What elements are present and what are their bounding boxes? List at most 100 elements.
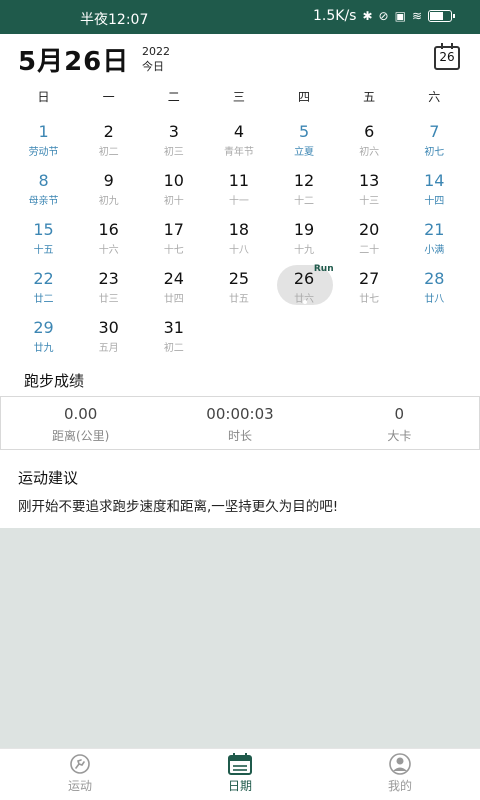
- distance-label: 距离(公里): [51, 429, 110, 443]
- tab-sport-label: 运动: [67, 779, 92, 793]
- bluetooth-icon: ✱: [362, 9, 373, 23]
- day-number: 28: [424, 269, 445, 288]
- bottom-tab-bar: 运动 日期 我的: [0, 748, 480, 800]
- network-speed: 1.5K/s: [313, 8, 357, 24]
- day-cell[interactable]: 7 初七: [402, 118, 467, 167]
- lunar-label: 五月: [98, 343, 119, 354]
- tab-sport[interactable]: 运动: [0, 749, 160, 800]
- weekday-label: 日: [37, 90, 50, 104]
- day-cell[interactable]: 2 初二: [76, 118, 141, 167]
- day-cell[interactable]: 18 十八: [206, 216, 271, 265]
- day-number: 17: [163, 220, 184, 239]
- lunar-label: 廿九: [33, 343, 54, 354]
- weekday-label: 二: [167, 90, 180, 104]
- day-number: 7: [429, 122, 440, 141]
- lunar-label: 十八: [228, 245, 249, 256]
- lunar-label: 青年节: [223, 147, 254, 158]
- day-cell[interactable]: 31 初二: [141, 314, 206, 363]
- day-cell[interactable]: 28 廿八: [402, 265, 467, 314]
- day-cell[interactable]: 10 初十: [141, 167, 206, 216]
- tab-profile-label: 我的: [387, 779, 412, 793]
- advice-title: 运动建议: [18, 469, 79, 487]
- calendar-icon[interactable]: 26: [434, 43, 460, 70]
- day-cell[interactable]: 17 十七: [141, 216, 206, 265]
- day-cell[interactable]: 30 五月: [76, 314, 141, 363]
- day-number: 27: [359, 269, 380, 288]
- lunar-label: 立夏: [294, 147, 315, 158]
- weekday-label: 六: [428, 90, 441, 104]
- lunar-label: 廿八: [424, 294, 445, 305]
- lunar-label: 初九: [98, 196, 119, 207]
- lunar-label: 十一: [228, 196, 249, 207]
- day-cell[interactable]: 16 十六: [76, 216, 141, 265]
- day-number: 24: [163, 269, 184, 288]
- day-cell[interactable]: 15 十五: [11, 216, 76, 265]
- advice-panel: 运动建议 刚开始不要追求跑步速度和距离,一坚持更久为目的吧!: [0, 458, 480, 528]
- month-grid: 1 劳动节 2 初二 3 初三 4 青年节 5 立夏 6 初六 7 初七 8 母亲节 9 初九 10 初十 11 十一 12…: [11, 118, 467, 363]
- day-cell[interactable]: 12 十二: [272, 167, 337, 216]
- calories-label: 大卡: [387, 429, 412, 443]
- day-cell[interactable]: 21 小满: [402, 216, 467, 265]
- status-icons: 1.5K/s ✱ ⊘ ▣ ≋: [313, 8, 455, 24]
- day-cell[interactable]: 13 十三: [337, 167, 402, 216]
- day-cell[interactable]: 29 廿九: [11, 314, 76, 363]
- day-cell[interactable]: 23 廿三: [76, 265, 141, 314]
- results-title: 跑步成绩: [24, 372, 85, 390]
- day-cell[interactable]: 4 青年节: [206, 118, 271, 167]
- sim-icon: ▣: [394, 9, 406, 23]
- weekday-label: 五: [363, 90, 376, 104]
- day-cell[interactable]: 11 十一: [206, 167, 271, 216]
- tab-date-label: 日期: [227, 779, 252, 793]
- selected-date: 5月26日: [18, 47, 130, 77]
- day-cell[interactable]: 6 初六: [337, 118, 402, 167]
- weekday-label: 一: [102, 90, 115, 104]
- day-cell[interactable]: 1 劳动节: [11, 118, 76, 167]
- day-cell[interactable]: 27 廿七: [337, 265, 402, 314]
- year-label: 2022: [142, 45, 170, 58]
- day-cell[interactable]: 25 廿五: [206, 265, 271, 314]
- lunar-label: 初十: [163, 196, 184, 207]
- day-cell[interactable]: 14 十四: [402, 167, 467, 216]
- tab-profile[interactable]: 我的: [320, 749, 480, 800]
- tab-date[interactable]: 日期: [160, 749, 320, 800]
- day-cell[interactable]: 5 立夏: [272, 118, 337, 167]
- day-number: 5: [298, 122, 310, 141]
- day-number: 18: [228, 220, 250, 239]
- day-cell[interactable]: 22 廿二: [11, 265, 76, 314]
- calendar-icon: [228, 753, 252, 775]
- calories-value: 0: [394, 405, 405, 423]
- day-cell[interactable]: 9 初九: [76, 167, 141, 216]
- day-number: 8: [38, 171, 49, 190]
- duration-stat: 00:00:03 时长: [160, 397, 319, 449]
- today-button[interactable]: 今日: [142, 58, 164, 74]
- day-number: 20: [359, 220, 380, 239]
- day-cell[interactable]: 19 十九: [272, 216, 337, 265]
- weekday-label: 四: [298, 90, 311, 104]
- lunar-label: 初二: [163, 343, 184, 354]
- distance-stat: 0.00 距离(公里): [1, 397, 160, 449]
- day-cell[interactable]: 3 初三: [141, 118, 206, 167]
- activity-dot: [302, 300, 307, 304]
- weekday-header: 日一二三四五六: [11, 88, 467, 105]
- duration-label: 时长: [227, 429, 252, 443]
- day-number: 1: [38, 122, 49, 141]
- day-cell[interactable]: 20 二十: [337, 216, 402, 265]
- lunar-label: 廿七: [359, 294, 380, 305]
- lunar-label: 廿二: [33, 294, 54, 305]
- lunar-label: 初二: [98, 147, 119, 158]
- day-cell[interactable]: 24 廿四: [141, 265, 206, 314]
- wifi-icon: ≋: [411, 9, 422, 23]
- day-number: 25: [228, 269, 250, 288]
- lunar-label: 二十: [359, 245, 380, 256]
- lunar-label: 初七: [424, 147, 445, 158]
- battery-icon: [428, 10, 455, 22]
- lunar-label: 小满: [424, 245, 445, 256]
- lunar-label: 十三: [359, 196, 380, 207]
- day-number: 21: [424, 220, 445, 239]
- lunar-label: 劳动节: [28, 147, 59, 158]
- day-cell-today[interactable]: 26廿六Run: [272, 264, 337, 314]
- day-cell[interactable]: 8 母亲节: [11, 167, 76, 216]
- run-icon: [70, 754, 90, 774]
- lunar-label: 廿三: [98, 294, 119, 305]
- day-number: 22: [33, 269, 54, 288]
